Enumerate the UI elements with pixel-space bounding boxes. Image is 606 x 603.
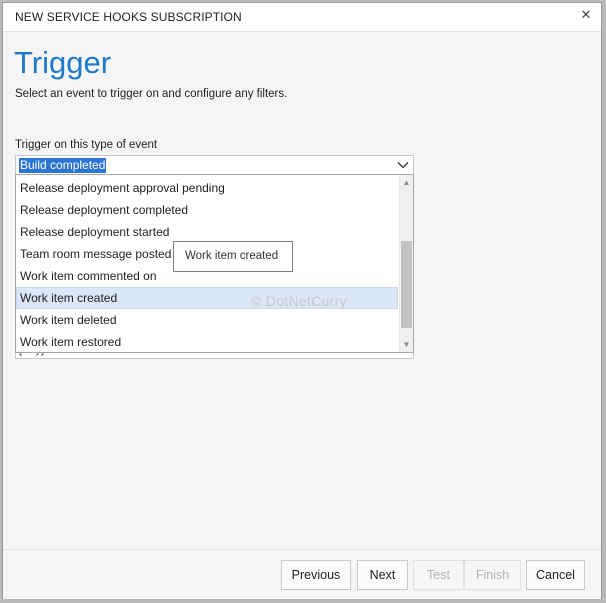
trigger-event-selected-value: Build completed: [19, 158, 107, 173]
scroll-down-arrow-icon[interactable]: ▼: [400, 338, 413, 351]
dropdown-option-release-deployment-approval-pending[interactable]: Release deployment approval pending: [16, 177, 398, 199]
trigger-event-select[interactable]: Build completed: [15, 155, 414, 175]
dialog-footer: Previous Next Test Finish Cancel: [3, 549, 601, 599]
dialog-titlebar: NEW SERVICE HOOKS SUBSCRIPTION ✕: [3, 3, 601, 32]
previous-button[interactable]: Previous: [281, 560, 351, 590]
chevron-down-icon[interactable]: [397, 159, 409, 171]
test-button[interactable]: Test: [413, 560, 464, 590]
dialog-title: NEW SERVICE HOOKS SUBSCRIPTION: [15, 10, 242, 24]
new-service-hooks-subscription-dialog: NEW SERVICE HOOKS SUBSCRIPTION ✕ Trigger…: [2, 2, 602, 599]
dropdown-option-work-item-restored[interactable]: Work item restored: [16, 331, 398, 352]
finish-button[interactable]: Finish: [464, 560, 521, 590]
page-title: Trigger: [14, 45, 112, 80]
watermark: © DotNetCurry: [251, 293, 347, 309]
next-button[interactable]: Next: [357, 560, 408, 590]
option-tooltip: Work item created: [173, 241, 293, 272]
cancel-button[interactable]: Cancel: [526, 560, 585, 590]
scroll-up-arrow-icon[interactable]: ▲: [400, 176, 413, 189]
page-subtitle: Select an event to trigger on and config…: [15, 88, 288, 100]
dropdown-option-release-deployment-completed[interactable]: Release deployment completed: [16, 199, 398, 221]
dropdown-scrollbar[interactable]: ▲ ▼: [399, 175, 413, 352]
scrollbar-thumb[interactable]: [401, 241, 412, 328]
trigger-event-label: Trigger on this type of event: [15, 139, 158, 151]
dropdown-option-release-deployment-started[interactable]: Release deployment started: [16, 221, 398, 243]
close-icon[interactable]: ✕: [579, 8, 593, 22]
dropdown-option-work-item-deleted[interactable]: Work item deleted: [16, 309, 398, 331]
